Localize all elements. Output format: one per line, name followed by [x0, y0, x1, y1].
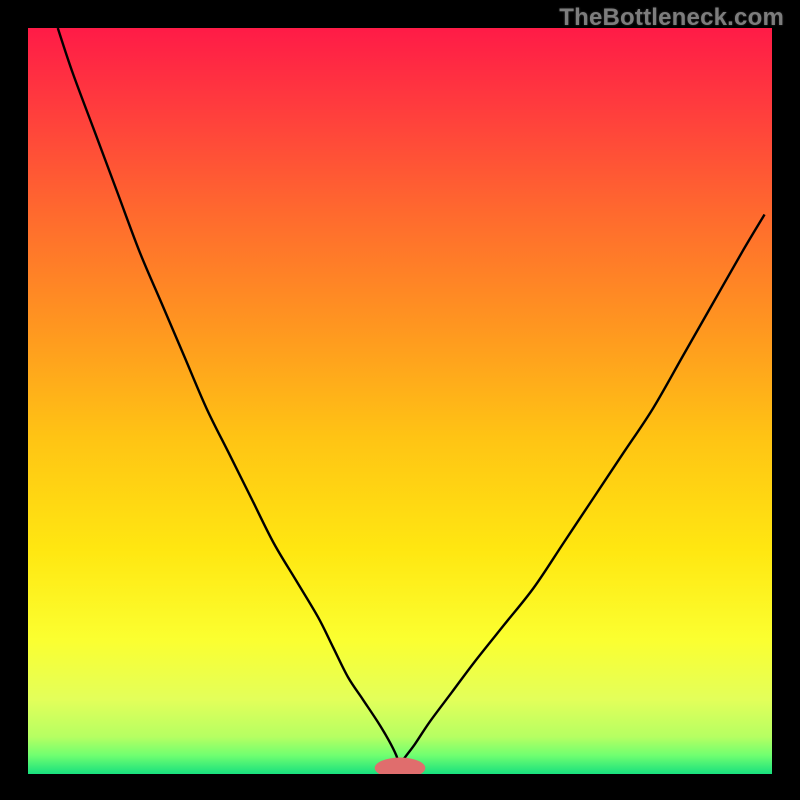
- plot-area: [28, 28, 772, 774]
- outer-frame: TheBottleneck.com: [0, 0, 800, 800]
- watermark-text: TheBottleneck.com: [559, 4, 784, 32]
- chart-svg: [28, 28, 772, 774]
- gradient-background: [28, 28, 772, 774]
